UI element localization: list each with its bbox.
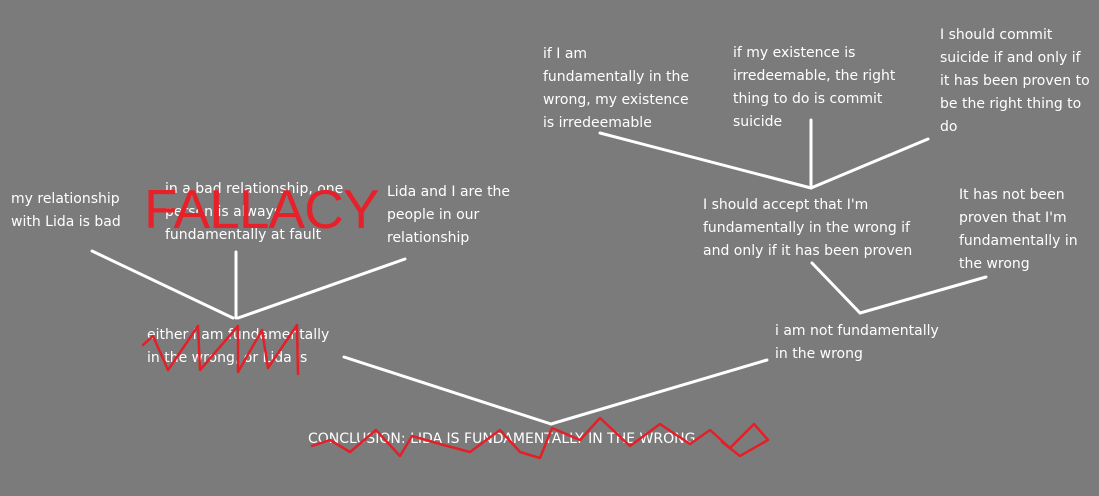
scribble-overlay	[141, 323, 770, 460]
fallacy-overlay: FALLACY	[144, 178, 380, 240]
scribble-conclusion	[310, 416, 770, 460]
argument-diagram: my relationship with Lida is bad in a ba…	[0, 0, 1099, 496]
scribble-either-or	[141, 323, 300, 376]
